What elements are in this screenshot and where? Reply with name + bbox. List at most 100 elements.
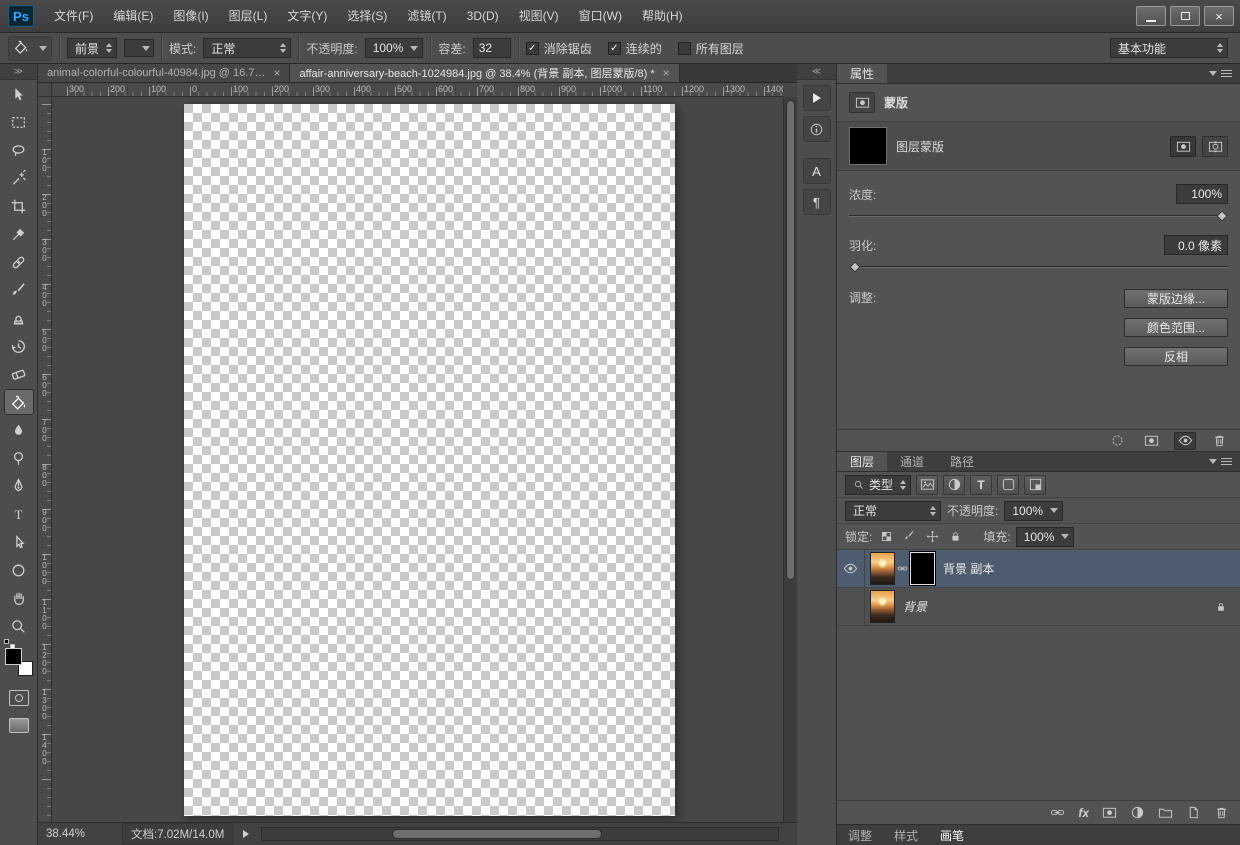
pattern-picker[interactable] xyxy=(124,39,154,57)
mask-thumbnail[interactable] xyxy=(849,127,887,165)
tab-layers[interactable]: 图层 xyxy=(837,452,887,471)
history-brush-tool[interactable] xyxy=(4,333,34,359)
color-range-button[interactable]: 颜色范围... xyxy=(1124,318,1228,337)
vertical-scrollbar-thumb[interactable] xyxy=(786,100,795,580)
filter-pixel-layers-button[interactable] xyxy=(916,475,938,495)
actions-panel-icon[interactable] xyxy=(803,85,831,111)
screen-mode-button[interactable] xyxy=(9,718,29,733)
delete-mask-button[interactable] xyxy=(1208,432,1230,450)
blur-tool[interactable] xyxy=(4,417,34,443)
checkbox-icon[interactable] xyxy=(608,42,621,55)
menu-item[interactable]: 图像(I) xyxy=(163,0,218,32)
minimize-button[interactable] xyxy=(1136,6,1166,26)
visibility-toggle-off[interactable] xyxy=(837,588,865,625)
visibility-toggle[interactable] xyxy=(837,550,865,587)
type-tool[interactable]: T xyxy=(4,501,34,527)
tolerance-input[interactable]: 32 xyxy=(473,38,511,58)
horizontal-scrollbar-thumb[interactable] xyxy=(392,829,602,839)
invert-button[interactable]: 反相 xyxy=(1124,347,1228,366)
density-slider[interactable] xyxy=(849,210,1228,222)
layer-row-background-copy[interactable]: 背景 副本 xyxy=(837,550,1240,588)
feather-value[interactable]: 0.0 像素 xyxy=(1164,235,1228,255)
tab-paths[interactable]: 路径 xyxy=(937,452,987,471)
add-layer-mask-button[interactable] xyxy=(1102,805,1117,820)
menu-item[interactable]: 文件(F) xyxy=(44,0,103,32)
menu-item[interactable]: 滤镜(T) xyxy=(397,0,456,32)
brush-tool[interactable] xyxy=(4,277,34,303)
layer-opacity-input[interactable]: 100% xyxy=(1004,501,1063,521)
menu-item[interactable]: 图层(L) xyxy=(219,0,278,32)
opacity-input[interactable]: 100% xyxy=(365,38,424,58)
vertical-scrollbar[interactable] xyxy=(783,97,797,822)
option-checkbox[interactable]: 连续的 xyxy=(608,40,662,57)
paint-bucket-tool[interactable] xyxy=(4,389,34,415)
layer-row-background[interactable]: 背景 xyxy=(837,588,1240,626)
new-group-button[interactable] xyxy=(1158,805,1173,820)
workspace-select[interactable]: 基本功能 xyxy=(1110,38,1228,58)
fill-input[interactable]: 100% xyxy=(1016,527,1075,547)
new-layer-button[interactable] xyxy=(1186,805,1201,820)
expand-panels-chevron[interactable]: ≪ xyxy=(797,64,836,80)
status-flyout-icon[interactable] xyxy=(243,830,249,838)
tab-adjustments[interactable]: 调整 xyxy=(837,827,883,844)
document-tab[interactable]: animal-colorful-colourful-40984.jpg @ 16… xyxy=(38,64,290,82)
tab-properties[interactable]: 属性 xyxy=(837,64,887,83)
delete-layer-button[interactable] xyxy=(1214,805,1229,820)
close-button[interactable]: × xyxy=(1204,6,1234,26)
spot-healing-tool[interactable] xyxy=(4,249,34,275)
clone-stamp-tool[interactable] xyxy=(4,305,34,331)
filter-type-layers-button[interactable]: T xyxy=(970,475,992,495)
magic-wand-tool[interactable] xyxy=(4,165,34,191)
option-checkbox[interactable]: 所有图层 xyxy=(678,40,744,57)
canvas-transparent-checkerboard[interactable] xyxy=(184,104,675,816)
tab-styles[interactable]: 样式 xyxy=(883,827,929,844)
layer-blend-mode-select[interactable]: 正常 xyxy=(845,501,941,521)
quick-mask-button[interactable] xyxy=(9,690,29,706)
menu-item[interactable]: 3D(D) xyxy=(457,0,509,32)
density-value[interactable]: 100% xyxy=(1176,184,1228,204)
new-adjustment-layer-button[interactable] xyxy=(1130,805,1145,820)
menu-item[interactable]: 视图(V) xyxy=(509,0,569,32)
horizontal-scrollbar[interactable] xyxy=(261,827,779,841)
layer-thumbnail[interactable] xyxy=(870,590,895,623)
menu-item[interactable]: 文字(Y) xyxy=(277,0,337,32)
menu-item[interactable]: 编辑(E) xyxy=(103,0,163,32)
feather-slider[interactable] xyxy=(849,261,1228,273)
ellipse-tool[interactable] xyxy=(4,557,34,583)
character-panel-icon[interactable]: A xyxy=(803,158,831,184)
layer-thumbnail[interactable] xyxy=(870,552,895,585)
move-tool[interactable] xyxy=(4,81,34,107)
rectangular-marquee-tool[interactable] xyxy=(4,109,34,135)
default-colors-icon[interactable] xyxy=(4,639,13,647)
load-selection-from-mask-button[interactable] xyxy=(1106,432,1128,450)
pen-tool[interactable] xyxy=(4,473,34,499)
checkbox-icon[interactable] xyxy=(526,42,539,55)
fill-source-select[interactable]: 前景 xyxy=(67,38,117,58)
zoom-level-field[interactable]: 38.44% xyxy=(46,828,108,840)
tab-brush[interactable]: 画笔 xyxy=(929,827,975,844)
foreground-color-swatch[interactable] xyxy=(5,648,22,665)
pixel-mask-button[interactable] xyxy=(1170,136,1196,157)
tab-close-icon[interactable]: × xyxy=(273,67,280,79)
lock-all-button[interactable] xyxy=(946,528,964,545)
apply-mask-button[interactable] xyxy=(1140,432,1162,450)
toolbox-collapse-chevron[interactable]: ≫ xyxy=(0,64,37,80)
mask-link-icon[interactable] xyxy=(895,563,910,574)
document-tab-active[interactable]: affair-anniversary-beach-1024984.jpg @ 3… xyxy=(290,64,679,82)
menu-item[interactable]: 选择(S) xyxy=(337,0,397,32)
lock-pixels-button[interactable] xyxy=(900,528,918,545)
blend-mode-select[interactable]: 正常 xyxy=(203,38,291,58)
tab-channels[interactable]: 通道 xyxy=(887,452,937,471)
restore-button[interactable] xyxy=(1170,6,1200,26)
filter-shape-layers-button[interactable] xyxy=(997,475,1019,495)
lasso-tool[interactable] xyxy=(4,137,34,163)
crop-tool[interactable] xyxy=(4,193,34,219)
paragraph-panel-icon[interactable]: ¶ xyxy=(803,189,831,215)
filter-smart-objects-button[interactable] xyxy=(1024,475,1046,495)
filter-type-select[interactable]: 类型 xyxy=(845,475,911,495)
tab-close-icon[interactable]: × xyxy=(663,67,670,79)
eraser-tool[interactable] xyxy=(4,361,34,387)
option-checkbox[interactable]: 消除锯齿 xyxy=(526,40,592,57)
enable-mask-button[interactable] xyxy=(1174,432,1196,450)
link-layers-button[interactable] xyxy=(1050,805,1065,820)
